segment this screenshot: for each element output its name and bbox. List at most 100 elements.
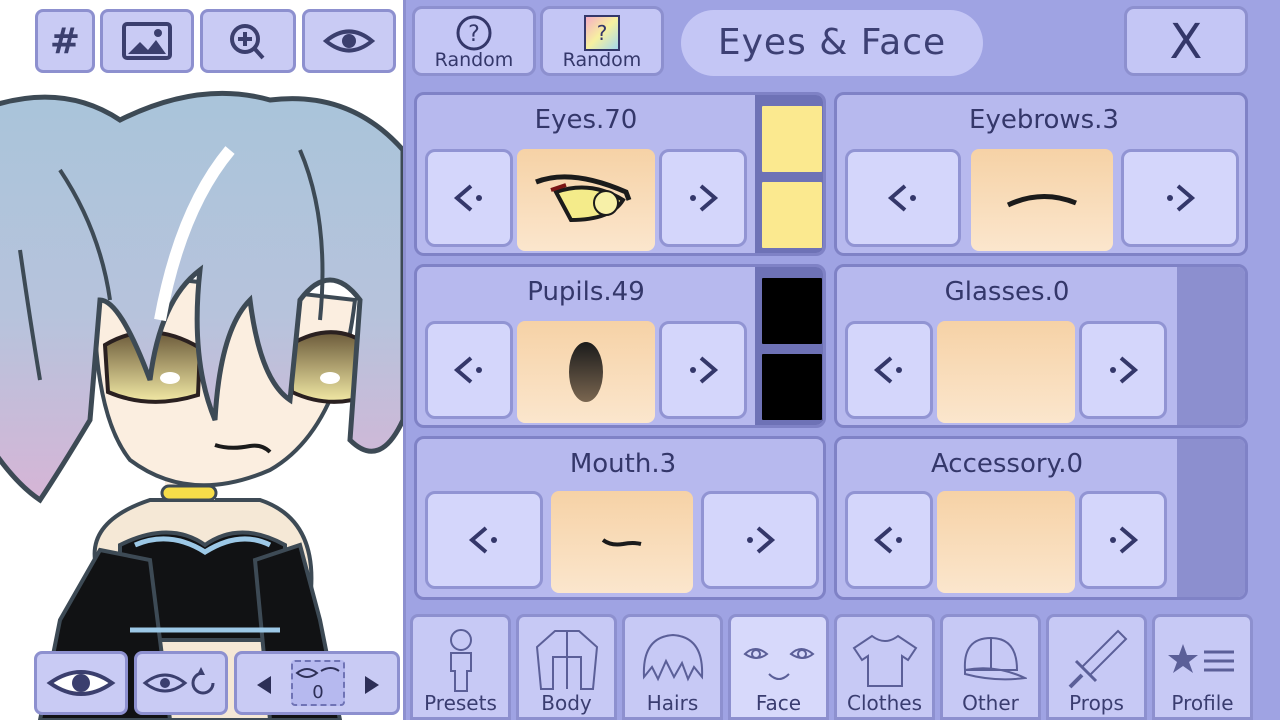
eyebrows-title: Eyebrows.3 — [969, 105, 1119, 135]
eyebrows-next-button[interactable] — [1121, 149, 1239, 247]
eyes-title: Eyes.70 — [534, 105, 638, 135]
eyebrows-preview[interactable] — [971, 149, 1113, 251]
tab-face-label: Face — [755, 691, 802, 715]
accessory-next-button[interactable] — [1079, 491, 1167, 589]
mouth-card: Mouth.3 — [414, 436, 826, 600]
tab-presets[interactable]: Presets — [410, 614, 511, 720]
glasses-preview[interactable] — [937, 321, 1075, 423]
arrow-left-icon — [873, 356, 902, 384]
arrow-right-icon — [1110, 356, 1139, 384]
arrow-left-icon — [887, 184, 916, 212]
glasses-next-button[interactable] — [1079, 321, 1167, 419]
eyes-preview[interactable] — [517, 149, 655, 251]
random-color-button[interactable]: ? Random — [540, 6, 664, 76]
zoom-button[interactable] — [200, 9, 296, 73]
glasses-card: Glasses.0 — [834, 264, 1248, 428]
arrow-left-icon — [453, 184, 482, 212]
tab-hairs[interactable]: Hairs — [622, 614, 723, 720]
eyes-prev-button[interactable] — [425, 149, 513, 247]
color-question-icon: ? — [584, 15, 620, 51]
eyes-card: Eyes.70 — [414, 92, 826, 256]
accessory-card: Accessory.0 — [834, 436, 1248, 600]
glasses-title: Glasses.0 — [944, 277, 1070, 307]
face-editor-panel: ? Random ? Random Eyes & Face X Eyes.70 — [403, 0, 1280, 720]
tab-body[interactable]: Body — [516, 614, 617, 720]
profile-icon — [1167, 644, 1234, 673]
tab-body-label: Body — [541, 691, 592, 715]
tab-face[interactable]: Face — [728, 614, 829, 720]
arrow-right-icon — [747, 526, 776, 554]
pupils-color-swatch-2[interactable] — [759, 351, 823, 423]
sword-icon — [1068, 629, 1127, 689]
question-icon: ? — [456, 15, 492, 51]
section-title: Eyes & Face — [681, 10, 983, 76]
grid-toggle-button[interactable]: # — [35, 9, 95, 73]
background-button[interactable] — [100, 9, 194, 73]
person-icon — [449, 629, 472, 692]
eyes-color-swatch-2[interactable] — [759, 179, 823, 251]
page-number: 0 — [312, 682, 324, 703]
arrow-right-icon — [1167, 184, 1196, 212]
svg-text:?: ? — [468, 22, 480, 47]
tab-profile[interactable]: Profile — [1152, 614, 1253, 720]
glasses-color-column-disabled — [1177, 267, 1245, 425]
eyes-color-swatch-1[interactable] — [759, 103, 823, 175]
pupils-preview[interactable] — [517, 321, 655, 423]
face-icon — [742, 648, 815, 680]
pupils-card: Pupils.49 — [414, 264, 826, 428]
arrow-left-icon — [468, 526, 497, 554]
mouth-next-button[interactable] — [701, 491, 819, 589]
tab-profile-label: Profile — [1171, 691, 1234, 715]
arrow-left-icon — [453, 356, 482, 384]
mouth-title: Mouth.3 — [569, 449, 677, 479]
tab-props[interactable]: Props — [1046, 614, 1147, 720]
tab-other[interactable]: Other — [940, 614, 1041, 720]
accessory-prev-button[interactable] — [845, 491, 933, 589]
arrow-right-icon — [690, 184, 719, 212]
arrow-right-icon — [1110, 526, 1139, 554]
eyes-next-button[interactable] — [659, 149, 747, 247]
svg-text:?: ? — [597, 21, 608, 45]
prev-arrow-icon[interactable] — [255, 674, 273, 696]
pupil-style-icon — [569, 342, 603, 402]
shirt-icon — [852, 634, 917, 687]
random-pose-button[interactable]: ? Random — [412, 6, 536, 76]
eyebrows-prev-button[interactable] — [845, 149, 961, 247]
pupils-color-swatch-1[interactable] — [759, 275, 823, 347]
view-toggle-button[interactable] — [34, 651, 128, 715]
image-icon — [122, 22, 172, 60]
tab-clothes[interactable]: Clothes — [834, 614, 935, 720]
glasses-prev-button[interactable] — [845, 321, 933, 419]
eyebrow-style-icon — [1006, 193, 1077, 208]
accessory-preview[interactable] — [937, 491, 1075, 593]
tab-other-label: Other — [962, 691, 1019, 715]
arrow-right-icon — [690, 356, 719, 384]
character-preview[interactable]: # 0 — [0, 0, 403, 720]
tab-presets-label: Presets — [424, 691, 497, 715]
character-illustration — [0, 90, 403, 720]
mouth-prev-button[interactable] — [425, 491, 543, 589]
eyebrows-card: Eyebrows.3 — [834, 92, 1248, 256]
mouth-style-icon — [601, 538, 642, 547]
eye-icon — [46, 670, 116, 696]
accessory-color-column-disabled — [1177, 439, 1245, 597]
pupils-next-button[interactable] — [659, 321, 747, 419]
hair-icon — [642, 633, 703, 682]
next-arrow-icon[interactable] — [363, 674, 381, 696]
arrow-left-icon — [873, 526, 902, 554]
cap-icon — [963, 636, 1027, 681]
hide-ui-button[interactable] — [302, 9, 396, 73]
tab-props-label: Props — [1069, 691, 1124, 715]
pupils-title: Pupils.49 — [527, 277, 645, 307]
close-button[interactable]: X — [1124, 6, 1248, 76]
eye-style-icon — [535, 174, 632, 223]
pose-pager: 0 — [234, 651, 400, 715]
tab-hairs-label: Hairs — [646, 691, 699, 715]
pupils-prev-button[interactable] — [425, 321, 513, 419]
jacket-icon — [535, 630, 598, 690]
eye-icon — [322, 29, 376, 53]
zoom-in-icon — [230, 24, 265, 60]
accessory-title: Accessory.0 — [930, 449, 1084, 479]
reset-view-button[interactable] — [134, 651, 228, 715]
mouth-preview[interactable] — [551, 491, 693, 593]
